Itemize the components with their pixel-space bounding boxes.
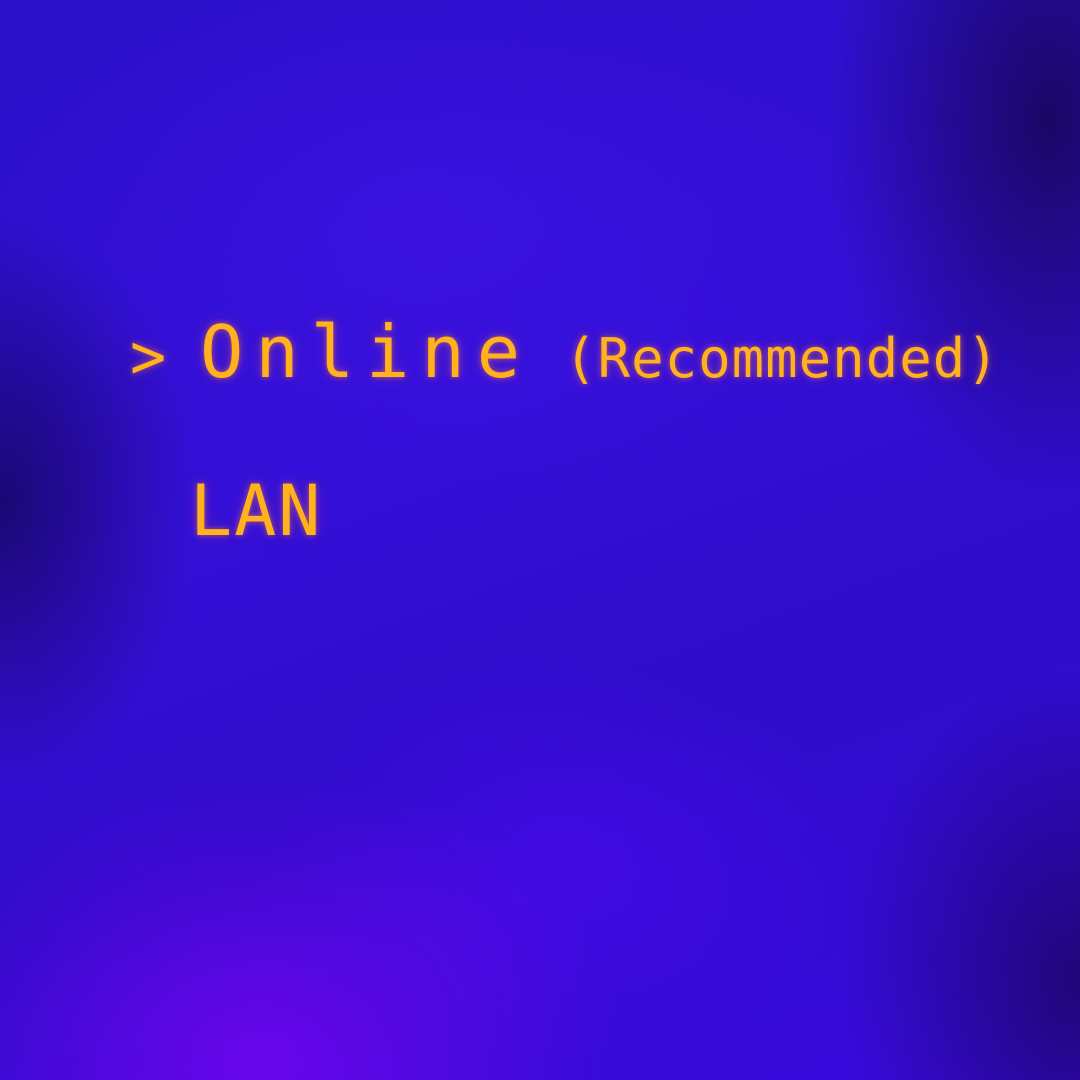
menu-item-lan-label: LAN: [190, 470, 323, 552]
selection-cursor-icon: >: [130, 320, 167, 394]
menu-item-lan[interactable]: LAN: [190, 470, 322, 552]
menu-item-online-note: (Recommended): [564, 327, 1000, 390]
menu-item-online-label: Online: [200, 310, 533, 394]
menu-item-online[interactable]: > Online (Recommended): [130, 310, 1000, 394]
network-mode-menu: > Online (Recommended) LAN: [0, 0, 1080, 1080]
